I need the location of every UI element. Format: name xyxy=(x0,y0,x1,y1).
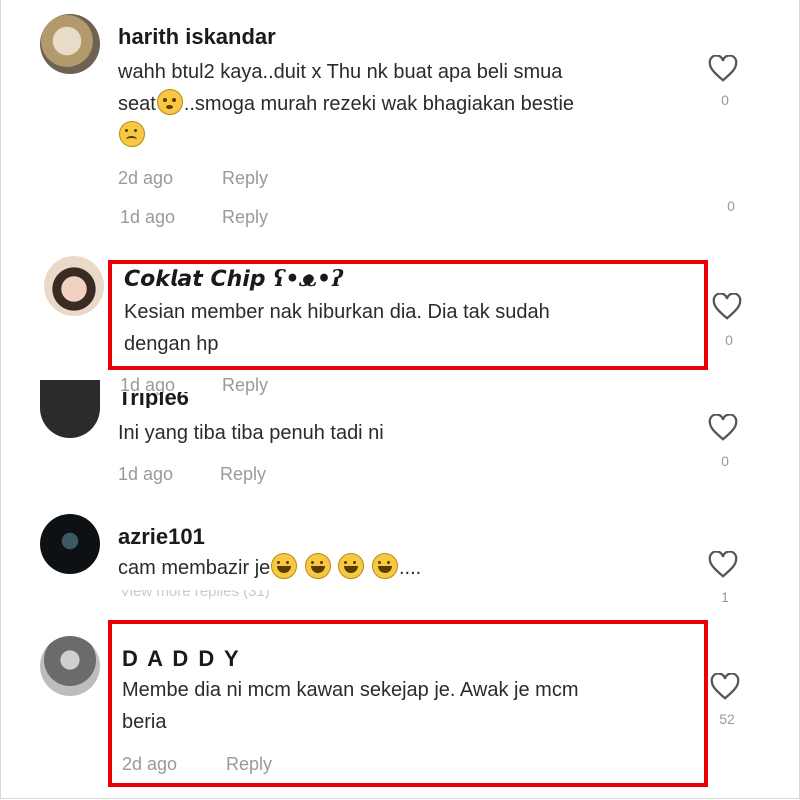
comment-time: 2d ago xyxy=(118,168,174,188)
comment-text xyxy=(118,120,146,153)
comment-text-line: seat xyxy=(118,93,156,115)
reply-like-count: 0 xyxy=(727,198,735,214)
comment-text-line: beria xyxy=(122,711,167,733)
comment-text: wahh btul2 kaya..duit x Thu nk buat apa … xyxy=(118,56,562,89)
flushed-face-emoji-icon xyxy=(156,89,183,115)
comment-username[interactable]: D A D D Y xyxy=(122,646,241,672)
comment-text: cam membazir je .... xyxy=(118,552,421,585)
comment-username[interactable]: harith iskandar xyxy=(118,24,276,50)
heart-outline-icon[interactable] xyxy=(708,55,738,83)
tears-of-joy-emoji-icon xyxy=(338,553,365,579)
reply-time: 1d ago xyxy=(120,207,176,227)
heart-outline-icon[interactable] xyxy=(712,293,742,321)
comment-username[interactable]: 𝘾𝙤𝙠𝙡𝙖𝙩 𝘾𝙝𝙞𝙥 ʕ•ᴥ•ʔ xyxy=(124,266,343,292)
avatar[interactable] xyxy=(40,14,100,74)
comment-username[interactable]: Triple6 xyxy=(118,392,189,408)
heart-outline-icon[interactable] xyxy=(708,414,738,442)
heart-outline-icon[interactable] xyxy=(708,551,738,579)
like-count: 0 xyxy=(725,332,733,348)
comment-text-line: Kesian member nak hiburkan dia. Dia tak … xyxy=(124,301,550,323)
tears-of-joy-emoji-icon xyxy=(271,553,298,579)
tears-of-joy-emoji-icon xyxy=(371,553,398,579)
avatar[interactable] xyxy=(40,636,100,696)
comment-text-line: Membe dia ni mcm kawan sekejap je. Awak … xyxy=(122,679,579,701)
avatar[interactable] xyxy=(40,514,100,574)
comment-text-line: dengan hp xyxy=(124,333,219,355)
comment-text-line: ..smoga murah rezeki wak bhagiakan besti… xyxy=(183,93,575,115)
like-count: 1 xyxy=(721,589,729,605)
sad-face-emoji-icon xyxy=(119,121,145,147)
avatar[interactable] xyxy=(40,380,100,438)
comment-text: seat ..smoga murah rezeki wak bhagiakan b… xyxy=(118,88,574,121)
like-count: 0 xyxy=(721,92,729,108)
comment-text-line: cam membazir je xyxy=(118,557,271,579)
avatar[interactable] xyxy=(44,256,104,316)
like-count: 52 xyxy=(719,711,735,727)
heart-outline-icon[interactable] xyxy=(710,673,740,701)
tears-of-joy-emoji-icon xyxy=(304,553,331,579)
reply-button[interactable]: Reply xyxy=(222,168,268,189)
reply-button[interactable]: Reply xyxy=(220,464,266,485)
reply-button[interactable]: Reply xyxy=(222,375,268,396)
view-more-replies[interactable]: View more replies (31) xyxy=(120,590,270,600)
reply-button[interactable]: Reply xyxy=(222,207,268,228)
comment-text-line: wahh btul2 kaya..duit x Thu nk buat apa … xyxy=(118,61,563,83)
comment-text: Ini yang tiba tiba penuh tadi ni xyxy=(118,422,384,444)
reply-button[interactable]: Reply xyxy=(226,754,272,775)
comment-text-tail: .... xyxy=(398,557,422,579)
comment-time: 2d ago xyxy=(122,754,178,774)
comment-time: 1d ago xyxy=(118,464,174,484)
comment-username[interactable]: azrie101 xyxy=(118,524,205,550)
like-count: 0 xyxy=(721,453,729,469)
